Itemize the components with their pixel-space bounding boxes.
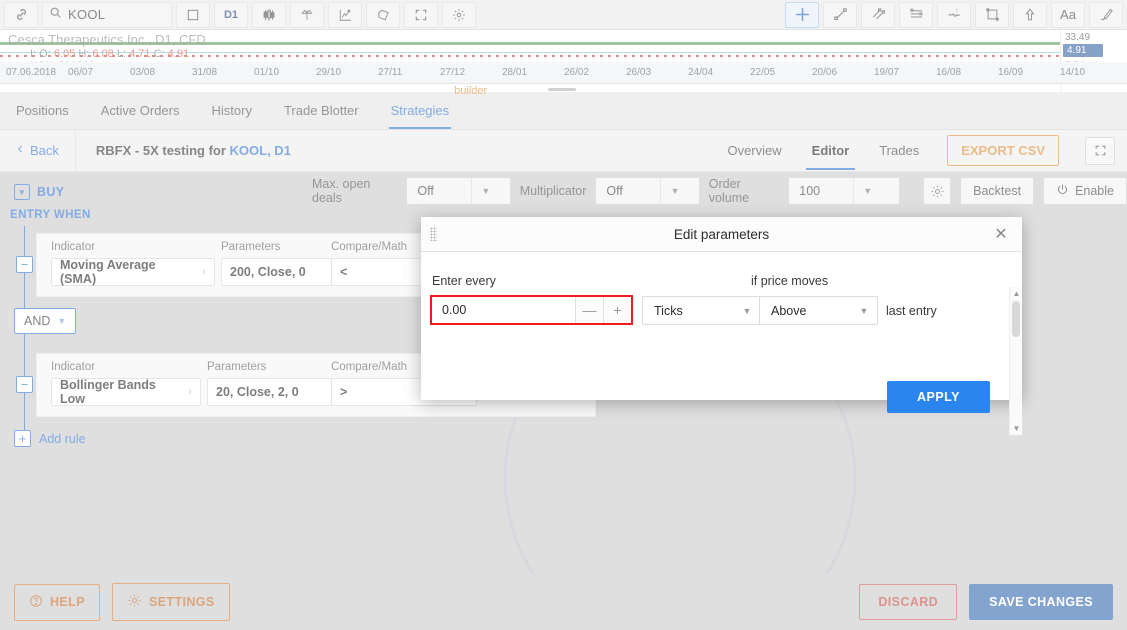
unit-select[interactable]: Ticks ▼ (642, 296, 761, 325)
modal-if-price-moves-label: if price moves (751, 274, 828, 288)
scroll-down-arrow[interactable]: ▼ (1010, 422, 1023, 435)
amount-value[interactable]: 0.00 (432, 303, 575, 317)
dialog-body: Enter every if price moves 0.00 — + Tick… (421, 252, 1022, 400)
dialog-title: Edit parameters (674, 227, 769, 242)
scroll-up-arrow[interactable]: ▲ (1010, 287, 1023, 300)
modal-enter-every-label: Enter every (432, 274, 496, 288)
apply-button[interactable]: APPLY (887, 381, 990, 413)
edit-parameters-dialog: Edit parameters ✕ Enter every if price m… (421, 217, 1022, 400)
close-icon[interactable]: ✕ (992, 225, 1010, 243)
amount-stepper[interactable]: 0.00 — + (430, 295, 633, 325)
chevron-down-icon: ▼ (734, 306, 760, 316)
dialog-scrollbar[interactable]: ▲ ▼ (1009, 287, 1022, 435)
decrement-button[interactable]: — (575, 297, 603, 323)
unit-value: Ticks (643, 304, 734, 318)
modal-last-entry-label: last entry (886, 304, 937, 318)
direction-select[interactable]: Above ▼ (759, 296, 878, 325)
dialog-titlebar[interactable]: Edit parameters ✕ (421, 217, 1022, 252)
scroll-thumb[interactable] (1012, 301, 1020, 337)
direction-value: Above (760, 304, 851, 318)
drag-grip-icon[interactable] (430, 227, 437, 241)
app-root: KOOL D1 (0, 0, 1127, 630)
chevron-down-icon: ▼ (851, 306, 877, 316)
increment-button[interactable]: + (603, 297, 631, 323)
